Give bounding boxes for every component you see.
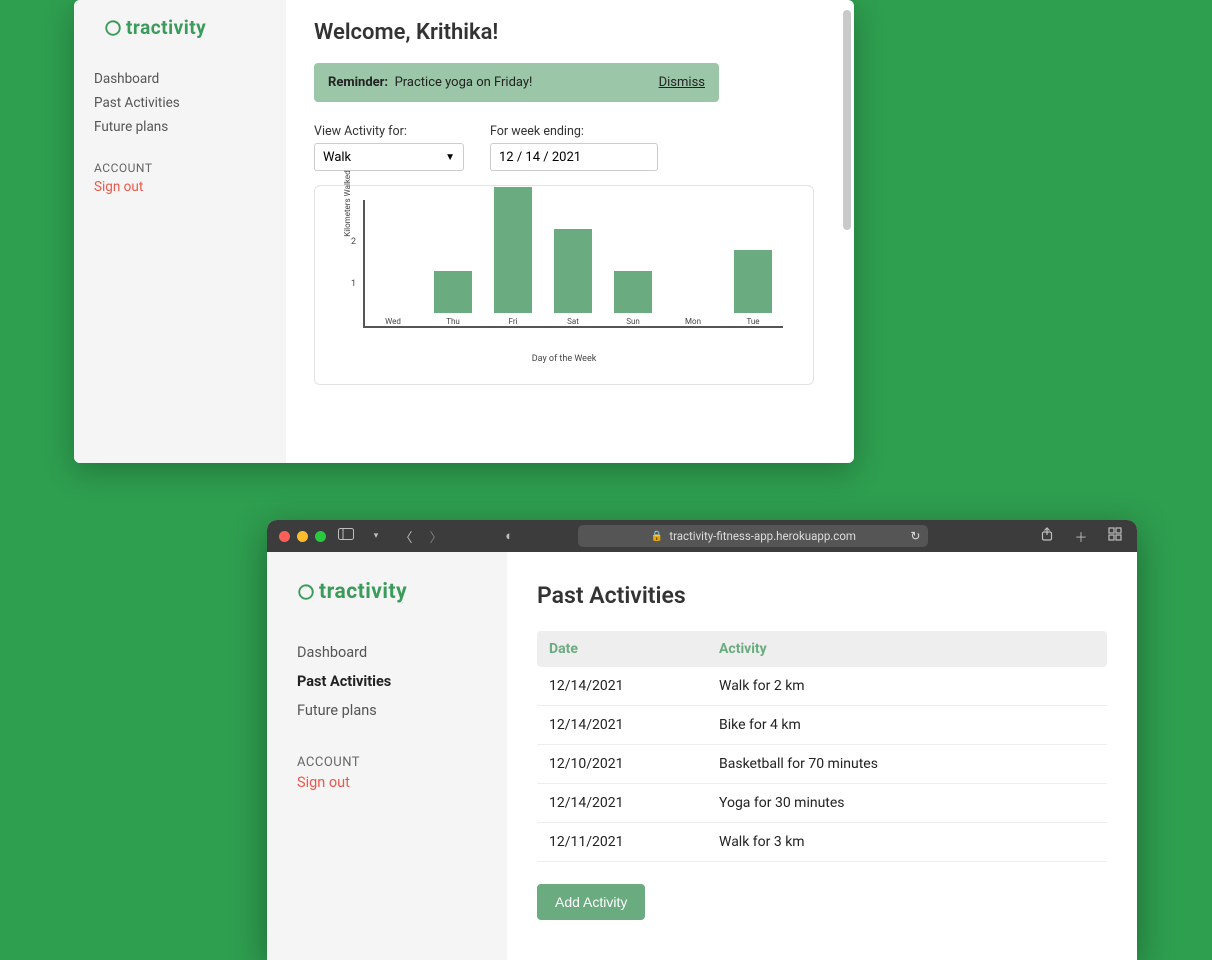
- brand-logo: tractivity: [297, 580, 477, 604]
- activity-filter-label: View Activity for:: [314, 124, 464, 139]
- table-row: 12/14/2021Bike for 4 km: [537, 706, 1107, 745]
- activities-table: Date Activity 12/14/2021Walk for 2 km12/…: [537, 631, 1107, 862]
- table-row: 12/11/2021Walk for 3 km: [537, 823, 1107, 862]
- cell-activity: Bike for 4 km: [707, 706, 1107, 745]
- cell-date: 12/14/2021: [537, 667, 707, 706]
- bar-slot: Fri: [483, 187, 543, 326]
- dashboard-window: tractivity Dashboard Past Activities Fut…: [74, 0, 854, 463]
- sidebar-item-dashboard[interactable]: Dashboard: [94, 67, 266, 91]
- url-text: tractivity-fitness-app.herokuapp.com: [669, 529, 856, 543]
- week-date-value: 12 / 14 / 2021: [499, 150, 581, 165]
- logo-icon: [104, 19, 122, 37]
- reload-icon[interactable]: ↻: [910, 529, 920, 543]
- minimize-window-icon[interactable]: [297, 531, 308, 542]
- activity-select-value: Walk: [323, 150, 351, 165]
- chevron-down-icon[interactable]: ▾: [366, 531, 386, 541]
- bar-slot: Thu: [423, 271, 483, 326]
- chart-bar: [494, 187, 532, 313]
- add-activity-button[interactable]: Add Activity: [537, 884, 645, 920]
- chart-bar: [734, 250, 772, 313]
- privacy-shield-icon[interactable]: ◐: [505, 528, 513, 544]
- chart-x-label: Day of the Week: [339, 354, 789, 364]
- sidebar-item-dashboard[interactable]: Dashboard: [297, 638, 477, 667]
- col-activity: Activity: [707, 631, 1107, 667]
- chart-x-tick: Wed: [385, 317, 401, 326]
- week-filter-label: For week ending:: [490, 124, 658, 139]
- chart-x-tick: Tue: [746, 317, 759, 326]
- chevron-down-icon: ▼: [445, 152, 455, 163]
- sidebar-item-future-plans[interactable]: Future plans: [94, 115, 266, 139]
- sidebar-account-label: ACCOUNT: [297, 755, 477, 770]
- table-row: 12/14/2021Yoga for 30 minutes: [537, 784, 1107, 823]
- past-activities-main: Past Activities Date Activity 12/14/2021…: [507, 552, 1137, 960]
- chart-bar: [614, 271, 652, 313]
- tab-overview-icon[interactable]: [1105, 527, 1125, 546]
- chart-y-label: Kilometers Walked: [343, 170, 352, 236]
- signout-link[interactable]: Sign out: [94, 175, 266, 195]
- table-row: 12/14/2021Walk for 2 km: [537, 667, 1107, 706]
- url-bar[interactable]: 🔒 tractivity-fitness-app.herokuapp.com ↻: [578, 525, 928, 547]
- cell-date: 12/10/2021: [537, 745, 707, 784]
- chart-x-tick: Thu: [446, 317, 460, 326]
- new-tab-icon[interactable]: ＋: [1071, 527, 1091, 546]
- cell-date: 12/11/2021: [537, 823, 707, 862]
- bar-slot: Sat: [543, 229, 603, 326]
- chart-bars: Wed Thu Fri Sat Sun Mon Tue: [363, 200, 783, 326]
- chart-x-tick: Mon: [685, 317, 701, 326]
- browser-window: ▾ 〈 〉 ◐ 🔒 tractivity-fitness-app.herokua…: [267, 520, 1137, 960]
- activity-chart: Kilometers Walked 12 WedThuFriSatSunMonT…: [314, 185, 814, 385]
- close-window-icon[interactable]: [279, 531, 290, 542]
- cell-activity: Walk for 2 km: [707, 667, 1107, 706]
- lock-icon: 🔒: [651, 531, 663, 542]
- bar-slot: Mon: [663, 313, 723, 326]
- activity-select[interactable]: Walk ▼: [314, 143, 464, 171]
- sidebar-item-past-activities[interactable]: Past Activities: [297, 667, 477, 696]
- page-title: Past Activities: [537, 582, 1107, 609]
- brand-logo: tractivity: [104, 16, 266, 39]
- browser-chrome: ▾ 〈 〉 ◐ 🔒 tractivity-fitness-app.herokua…: [267, 520, 1137, 552]
- scrollbar[interactable]: [843, 10, 851, 230]
- window-controls: [279, 531, 326, 542]
- reminder-text: Practice yoga on Friday!: [395, 75, 533, 90]
- brand-name: tractivity: [319, 580, 407, 604]
- bar-slot: Wed: [363, 313, 423, 326]
- bar-slot: Sun: [603, 271, 663, 326]
- cell-activity: Yoga for 30 minutes: [707, 784, 1107, 823]
- sidebar: tractivity Dashboard Past Activities Fut…: [74, 0, 286, 463]
- dashboard-main: Welcome, Krithika! Reminder: Practice yo…: [286, 0, 854, 463]
- cell-date: 12/14/2021: [537, 784, 707, 823]
- reminder-banner: Reminder: Practice yoga on Friday! Dismi…: [314, 63, 719, 102]
- chart-x-axis: [363, 326, 783, 328]
- share-icon[interactable]: [1037, 527, 1057, 546]
- col-date: Date: [537, 631, 707, 667]
- chart-bar: [434, 271, 472, 313]
- signout-link[interactable]: Sign out: [297, 770, 477, 791]
- dismiss-link[interactable]: Dismiss: [659, 75, 705, 90]
- week-date-input[interactable]: 12 / 14 / 2021: [490, 143, 658, 171]
- maximize-window-icon[interactable]: [315, 531, 326, 542]
- sidebar-toggle-icon[interactable]: [336, 528, 356, 544]
- reminder-label: Reminder:: [328, 75, 388, 90]
- filter-controls: View Activity for: Walk ▼ For week endin…: [314, 124, 826, 171]
- sidebar-item-past-activities[interactable]: Past Activities: [94, 91, 266, 115]
- chart-y-tick: 2: [351, 237, 356, 247]
- cell-activity: Basketball for 70 minutes: [707, 745, 1107, 784]
- nav-back-icon[interactable]: 〈: [396, 527, 416, 546]
- chart-bar: [554, 229, 592, 313]
- table-row: 12/10/2021Basketball for 70 minutes: [537, 745, 1107, 784]
- nav-forward-icon[interactable]: 〉: [426, 527, 446, 546]
- sidebar-item-future-plans[interactable]: Future plans: [297, 696, 477, 725]
- chart-x-tick: Sat: [567, 317, 579, 326]
- chart-y-tick: 1: [351, 279, 356, 289]
- logo-icon: [297, 583, 315, 601]
- sidebar-account-label: ACCOUNT: [94, 161, 266, 175]
- welcome-heading: Welcome, Krithika!: [314, 20, 826, 45]
- cell-date: 12/14/2021: [537, 706, 707, 745]
- sidebar: tractivity DashboardPast ActivitiesFutur…: [267, 552, 507, 960]
- chart-x-tick: Fri: [509, 317, 518, 326]
- brand-name: tractivity: [126, 16, 206, 39]
- chart-x-tick: Sun: [626, 317, 640, 326]
- bar-slot: Tue: [723, 250, 783, 326]
- cell-activity: Walk for 3 km: [707, 823, 1107, 862]
